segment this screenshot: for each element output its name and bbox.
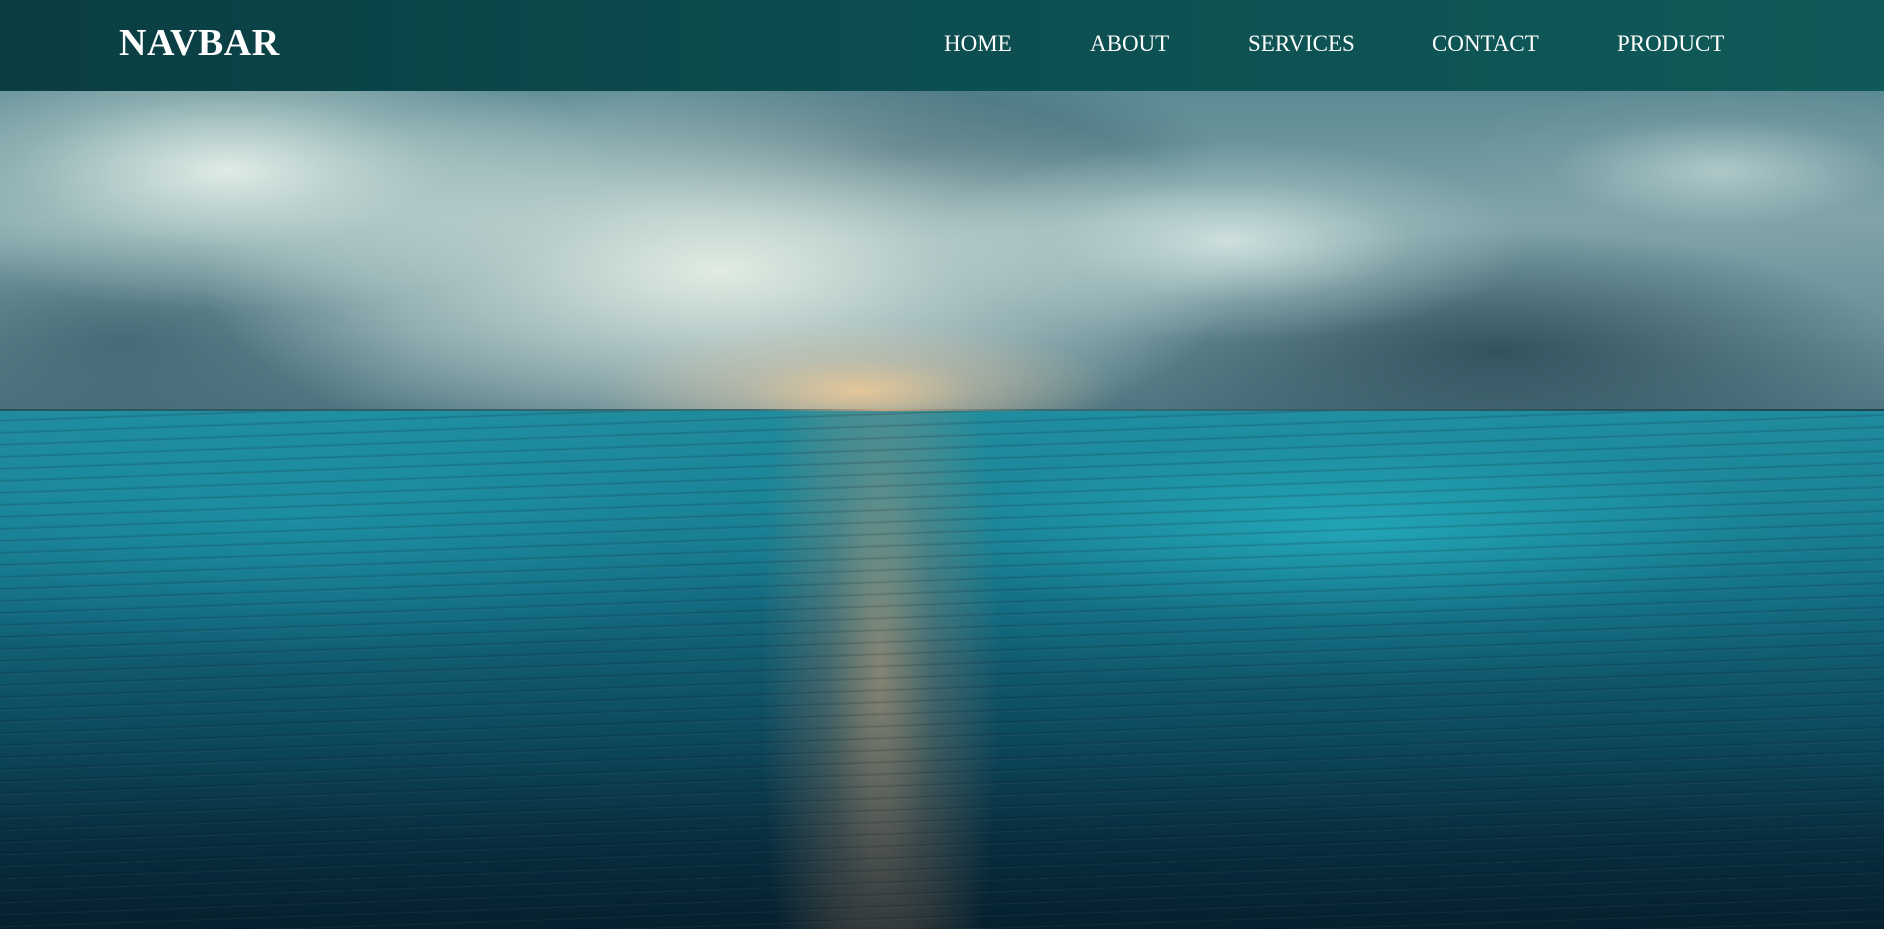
nav-link-home[interactable]: HOME: [944, 29, 1012, 59]
hero-waves: [0, 411, 1884, 929]
nav-link-about[interactable]: ABOUT: [1090, 29, 1169, 59]
nav-link-product[interactable]: PRODUCT: [1617, 29, 1724, 59]
page: NAVBAR HOME ABOUT SERVICES CONTACT PRODU…: [0, 0, 1884, 929]
nav-link-services[interactable]: SERVICES: [1248, 29, 1355, 59]
nav-links: HOME ABOUT SERVICES CONTACT PRODUCT: [0, 29, 1884, 59]
hero-image: [0, 91, 1884, 929]
navbar: NAVBAR HOME ABOUT SERVICES CONTACT PRODU…: [0, 0, 1884, 91]
nav-link-contact[interactable]: CONTACT: [1432, 29, 1539, 59]
hero-sky: [0, 91, 1884, 411]
